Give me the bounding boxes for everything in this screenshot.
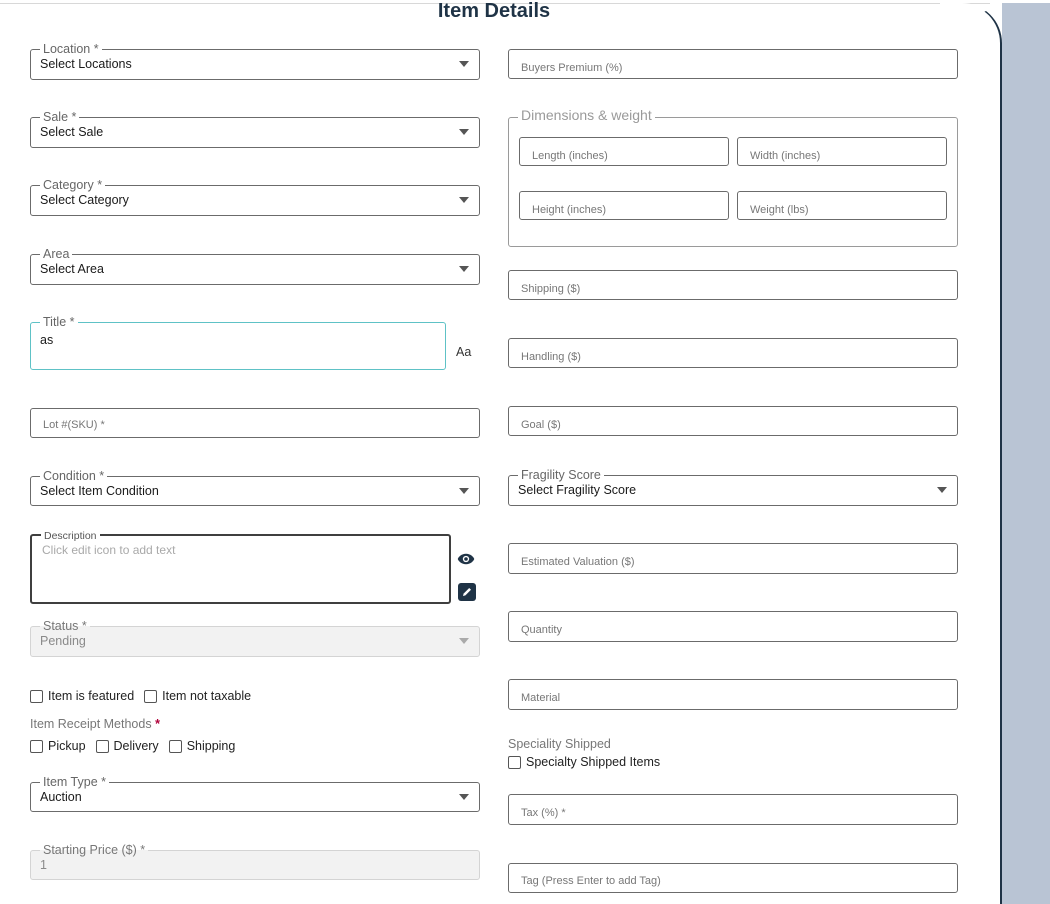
- chevron-down-icon: [459, 488, 469, 494]
- starting-price-label: Starting Price ($) *: [40, 843, 149, 857]
- location-label: Location *: [40, 42, 102, 56]
- chevron-down-icon: [459, 197, 469, 203]
- material-input[interactable]: Material: [508, 679, 958, 710]
- chevron-down-icon: [459, 794, 469, 800]
- weight-placeholder: Weight (lbs): [750, 204, 809, 216]
- category-select[interactable]: Category * Select Category: [30, 178, 480, 216]
- condition-select[interactable]: Condition * Select Item Condition: [30, 469, 480, 506]
- specialty-shipped-option: Specialty Shipped Items: [526, 755, 661, 769]
- quantity-placeholder: Quantity: [521, 624, 562, 636]
- eye-icon[interactable]: [457, 550, 475, 568]
- featured-label: Item is featured: [48, 689, 135, 703]
- side-panel: [1002, 3, 1050, 904]
- quantity-input[interactable]: Quantity: [508, 611, 958, 642]
- speciality-shipped-label: Speciality Shipped: [508, 737, 611, 751]
- tag-placeholder: Tag (Press Enter to add Tag): [521, 875, 661, 887]
- title-label: Title *: [40, 315, 78, 329]
- description-box[interactable]: Description Click edit icon to add text: [30, 529, 451, 604]
- shipping-placeholder: Shipping ($): [521, 283, 581, 295]
- handling-placeholder: Handling ($): [521, 351, 581, 363]
- chevron-down-icon: [459, 129, 469, 135]
- width-placeholder: Width (inches): [750, 150, 821, 162]
- dimensions-label: Dimensions & weight: [518, 108, 655, 122]
- valuation-placeholder: Estimated Valuation ($): [521, 556, 635, 568]
- shipping-checkbox[interactable]: [168, 739, 182, 753]
- length-input[interactable]: Length (inches): [519, 137, 729, 166]
- height-input[interactable]: Height (inches): [519, 191, 729, 220]
- status-value: Pending: [40, 634, 86, 648]
- category-value: Select Category: [40, 193, 129, 207]
- item-type-select[interactable]: Item Type * Auction: [30, 775, 480, 812]
- starting-price-value: 1: [40, 858, 47, 872]
- weight-input[interactable]: Weight (lbs): [737, 191, 947, 220]
- lot-sku-placeholder: Lot #(SKU) *: [43, 419, 105, 431]
- area-label: Area: [40, 247, 73, 261]
- title-value: as: [40, 333, 54, 347]
- handling-input[interactable]: Handling ($): [508, 338, 958, 368]
- condition-label: Condition *: [40, 469, 108, 483]
- status-label: Status *: [40, 619, 90, 633]
- shipping-method-label: Shipping: [186, 739, 236, 753]
- area-select[interactable]: Area Select Area: [30, 247, 480, 285]
- receipt-methods-heading: Item Receipt Methods *: [30, 717, 160, 731]
- material-placeholder: Material: [521, 692, 561, 704]
- item-type-value: Auction: [40, 790, 82, 804]
- description-label: Description: [41, 529, 100, 543]
- condition-value: Select Item Condition: [40, 484, 159, 498]
- receipt-methods-label: Item Receipt Methods: [30, 717, 152, 731]
- shipping-input[interactable]: Shipping ($): [508, 270, 958, 300]
- tag-input[interactable]: Tag (Press Enter to add Tag): [508, 863, 958, 893]
- description-placeholder: Click edit icon to add text: [42, 543, 176, 557]
- sale-label: Sale *: [40, 110, 80, 124]
- pickup-checkbox[interactable]: [30, 739, 43, 753]
- sale-value: Select Sale: [40, 125, 104, 139]
- starting-price-input: Starting Price ($) * 1: [30, 843, 480, 880]
- fragility-value: Select Fragility Score: [518, 483, 637, 497]
- page-title: Item Details: [437, 0, 551, 22]
- not-taxable-label: Item not taxable: [162, 689, 252, 703]
- chevron-down-icon: [459, 638, 469, 644]
- status-select: Status * Pending: [30, 619, 480, 657]
- area-value: Select Area: [40, 262, 104, 276]
- sale-select[interactable]: Sale * Select Sale: [30, 110, 480, 148]
- chevron-down-icon: [937, 487, 947, 493]
- lot-sku-input[interactable]: Lot #(SKU) *: [30, 408, 480, 438]
- fragility-select[interactable]: Fragility Score Select Fragility Score: [508, 468, 958, 506]
- delivery-label: Delivery: [113, 739, 159, 753]
- delivery-checkbox[interactable]: [95, 739, 109, 753]
- pickup-label: Pickup: [48, 739, 86, 753]
- pencil-icon[interactable]: [458, 583, 476, 601]
- height-placeholder: Height (inches): [532, 204, 606, 216]
- location-value: Select Locations: [40, 57, 132, 71]
- specialty-shipped-checkbox[interactable]: [508, 755, 521, 769]
- tax-input[interactable]: Tax (%) *: [508, 794, 958, 825]
- goal-placeholder: Goal ($): [521, 419, 561, 431]
- category-label: Category *: [40, 178, 106, 192]
- text-format-button[interactable]: Aa: [456, 345, 471, 359]
- valuation-input[interactable]: Estimated Valuation ($): [508, 543, 958, 574]
- length-placeholder: Length (inches): [532, 150, 608, 162]
- goal-input[interactable]: Goal ($): [508, 406, 958, 436]
- buyers-premium-input[interactable]: Buyers Premium (%): [508, 49, 958, 79]
- chevron-down-icon: [459, 266, 469, 272]
- chevron-down-icon: [459, 61, 469, 67]
- item-type-label: Item Type *: [40, 775, 109, 789]
- not-taxable-checkbox[interactable]: [144, 689, 158, 703]
- title-input[interactable]: Title * as: [30, 315, 446, 370]
- featured-checkbox[interactable]: [30, 689, 43, 703]
- required-mark: *: [155, 717, 160, 731]
- width-input[interactable]: Width (inches): [737, 137, 947, 166]
- fragility-label: Fragility Score: [518, 468, 604, 482]
- buyers-premium-placeholder: Buyers Premium (%): [521, 62, 623, 74]
- tax-placeholder: Tax (%) *: [521, 807, 566, 819]
- location-select[interactable]: Location * Select Locations: [30, 42, 480, 80]
